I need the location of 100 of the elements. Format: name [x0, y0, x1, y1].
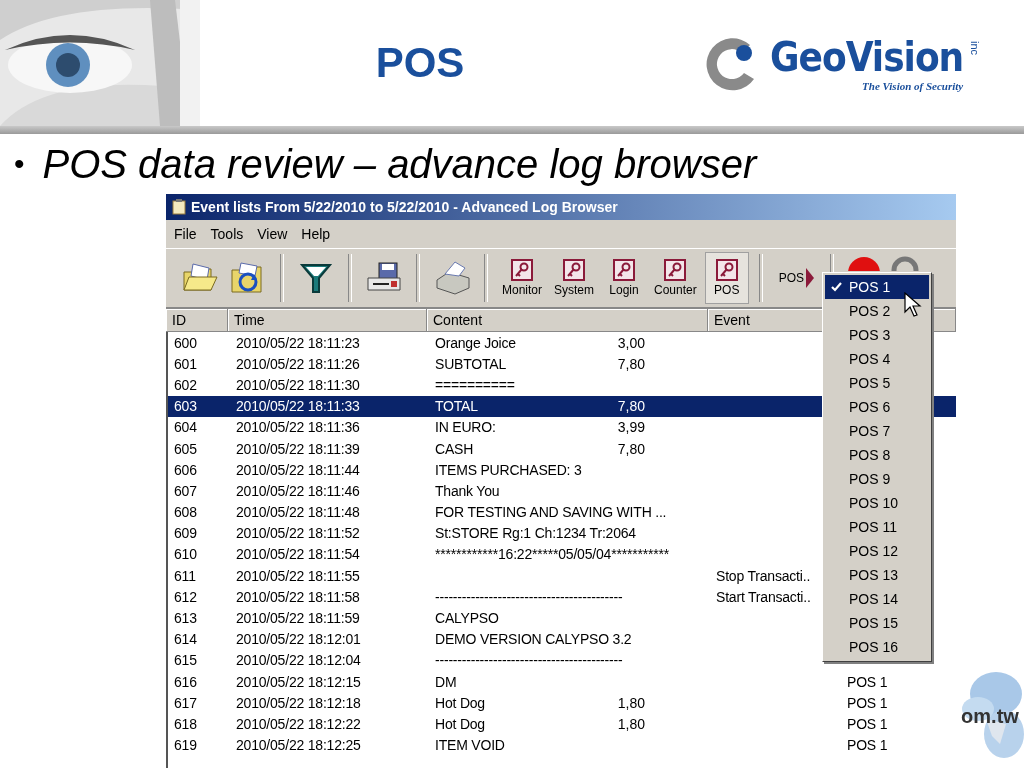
amount-text: 3,00 — [616, 334, 645, 351]
id-cell: 605 — [174, 440, 197, 457]
time-cell: 2010/05/22 18:11:54 — [236, 546, 360, 563]
printer-icon — [433, 260, 471, 296]
key-icon — [563, 259, 585, 281]
pos-menu-item[interactable]: POS 12 — [825, 539, 929, 563]
pos-cell: POS 1 — [847, 715, 888, 732]
amount-text: 3,99 — [616, 419, 645, 436]
log-type-button[interactable]: POS — [704, 252, 749, 304]
id-cell: 603 — [174, 398, 197, 415]
button-label: Login — [609, 283, 639, 297]
column-header[interactable]: Time — [228, 309, 427, 332]
pos-menu-item[interactable]: POS 14 — [825, 587, 929, 611]
time-cell: 2010/05/22 18:12:18 — [236, 694, 361, 711]
pos-menu-item[interactable]: POS 16 — [825, 635, 929, 659]
id-cell: 602 — [174, 376, 197, 393]
id-cell: 607 — [174, 482, 197, 499]
id-cell: 604 — [174, 419, 197, 436]
pos-menu-item[interactable]: POS 9 — [825, 467, 929, 491]
content-text: ************16:22*****05/05/04*********** — [435, 546, 669, 563]
column-header[interactable]: ID — [166, 309, 228, 332]
content-text: ITEMS PURCHASED: 3 — [435, 461, 582, 478]
bullet-text: POS data review – advance log browser — [42, 141, 757, 187]
pos-menu-item[interactable]: POS 13 — [825, 563, 929, 587]
logo-tagline: The Vision of Security — [862, 80, 964, 92]
corner-text: om.tw — [961, 704, 1019, 728]
logo-suffix: inc — [969, 41, 982, 56]
menu-item[interactable]: Tools — [204, 224, 250, 244]
log-type-button[interactable]: Counter — [650, 252, 701, 304]
cursor-icon — [904, 292, 922, 318]
pos-menu-item[interactable]: POS 15 — [825, 611, 929, 635]
id-cell: 612 — [174, 588, 197, 605]
time-cell: 2010/05/22 18:11:52 — [236, 525, 360, 542]
pos-menu-item[interactable]: POS 8 — [825, 443, 929, 467]
id-cell: 615 — [174, 652, 197, 669]
id-cell: 616 — [174, 673, 197, 690]
column-header[interactable]: Content — [427, 309, 708, 332]
time-cell: 2010/05/22 18:11:55 — [236, 567, 360, 584]
content-text: St:STORE Rg:1 Ch:1234 Tr:2064 — [435, 525, 636, 542]
notepad-icon — [172, 199, 186, 215]
key-icon — [511, 259, 533, 281]
time-cell: 2010/05/22 18:12:22 — [236, 715, 361, 732]
button-label: Counter — [654, 283, 697, 297]
content-text: DEMO VERSION CALYPSO 3.2 — [435, 631, 632, 648]
id-cell: 606 — [174, 461, 197, 478]
content-text: Hot Dog — [435, 694, 485, 711]
time-cell: 2010/05/22 18:11:58 — [236, 588, 360, 605]
pos-menu-item[interactable]: POS 10 — [825, 491, 929, 515]
amount-text: 1,80 — [616, 694, 645, 711]
content-text: ========== — [435, 376, 515, 393]
key-icon — [715, 259, 738, 281]
content-text: FOR TESTING AND SAVING WITH ... — [435, 504, 667, 521]
pos-menu-item[interactable]: POS 1 — [825, 275, 929, 299]
id-cell: 611 — [174, 567, 196, 584]
pos-cell: POS 1 — [847, 694, 888, 711]
id-cell: 610 — [174, 546, 197, 563]
menu-item[interactable]: File — [168, 224, 203, 244]
time-cell: 2010/05/22 18:11:39 — [236, 440, 360, 457]
content-text: CALYPSO — [435, 610, 499, 627]
id-cell: 617 — [174, 694, 197, 711]
content-text: ------------------------------------------ — [435, 588, 623, 605]
content-text: SUBTOTAL — [435, 355, 506, 372]
time-cell: 2010/05/22 18:11:48 — [236, 504, 360, 521]
logo-name: GeoVision — [770, 34, 964, 80]
id-cell: 609 — [174, 525, 197, 542]
time-cell: 2010/05/22 18:12:04 — [236, 652, 361, 669]
bullet-dot: • — [14, 147, 25, 181]
pos-menu-item[interactable]: POS 7 — [825, 419, 929, 443]
time-cell: 2010/05/22 18:11:59 — [236, 610, 360, 627]
content-text: Thank You — [435, 482, 500, 499]
id-cell: 613 — [174, 610, 197, 627]
key-icon — [613, 259, 636, 281]
menu-item[interactable]: Help — [295, 224, 337, 244]
button-label: Monitor — [502, 283, 542, 297]
pos-menu-item[interactable]: POS 11 — [825, 515, 929, 539]
pos-cell: POS 1 — [847, 737, 888, 754]
id-cell: 601 — [174, 355, 197, 372]
time-cell: 2010/05/22 18:11:26 — [236, 355, 360, 372]
amount-text: 7,80 — [616, 398, 645, 415]
pos-menu-item[interactable]: POS 6 — [825, 395, 929, 419]
pos-menu-item[interactable]: POS 5 — [825, 371, 929, 395]
content-text: Orange Joice — [435, 334, 516, 351]
log-type-button[interactable]: Login — [602, 252, 647, 304]
time-cell: 2010/05/22 18:11:36 — [236, 419, 360, 436]
time-cell: 2010/05/22 18:11:44 — [236, 461, 360, 478]
event-cell: Stop Transacti.. — [716, 567, 811, 584]
time-cell: 2010/05/22 18:12:15 — [236, 673, 361, 690]
amount-text: 1,80 — [616, 715, 645, 732]
event-cell: Start Transacti.. — [716, 588, 811, 605]
log-type-button[interactable]: Monitor — [498, 252, 546, 304]
log-type-button[interactable]: System — [550, 252, 599, 304]
slide-title: POS — [374, 39, 466, 87]
menu-item[interactable]: View — [251, 224, 294, 244]
button-label: System — [554, 283, 595, 297]
pos-menu-item[interactable]: POS 4 — [825, 347, 929, 371]
content-text: ------------------------------------------ — [435, 652, 623, 669]
amount-text: 7,80 — [616, 440, 645, 457]
pos-dropdown-button[interactable]: POS — [772, 253, 821, 303]
time-cell: 2010/05/22 18:11:30 — [236, 376, 360, 393]
id-cell: 608 — [174, 504, 197, 521]
